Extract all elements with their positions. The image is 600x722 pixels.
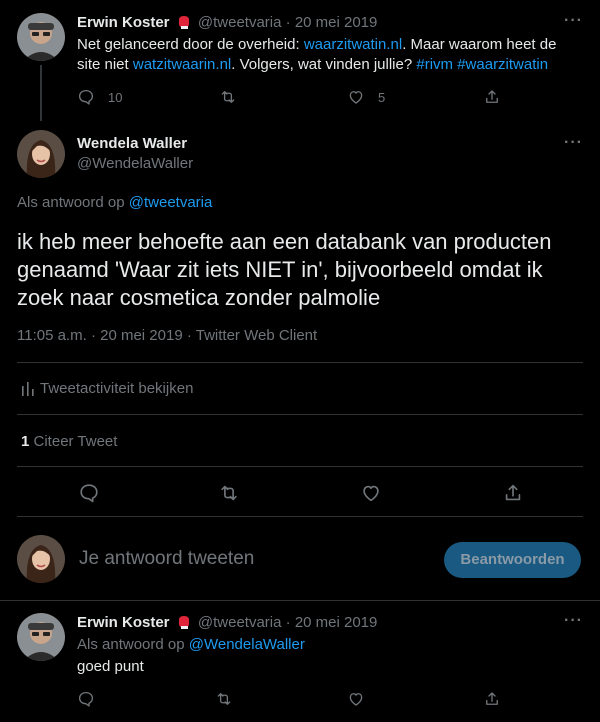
hashtag-waarzitwatin[interactable]: #waarzitwatin xyxy=(457,56,548,73)
hashtag-rivm[interactable]: #rivm xyxy=(416,56,453,73)
retweet-icon xyxy=(217,693,231,705)
retweet-button[interactable] xyxy=(219,88,237,106)
like-count: 5 xyxy=(378,89,386,105)
retweet-icon xyxy=(221,485,237,501)
composer-avatar xyxy=(17,535,65,583)
quote-tweets-link[interactable]: 1 Citeer Tweet xyxy=(21,432,117,452)
share-icon xyxy=(505,484,521,501)
like-button[interactable]: 5 xyxy=(347,88,385,106)
boxing-glove-icon xyxy=(176,614,192,636)
share-button[interactable] xyxy=(483,88,501,106)
analytics-icon xyxy=(22,382,34,396)
heart-icon xyxy=(349,693,363,706)
reply-context: Als antwoord op @WendelaWaller xyxy=(77,635,305,655)
avatar-erwin[interactable] xyxy=(17,13,65,61)
reply-to-label: Als antwoord op xyxy=(17,194,125,211)
share-button[interactable] xyxy=(483,690,501,708)
reply-to-handle[interactable]: @tweetvaria xyxy=(129,194,213,211)
share-button[interactable] xyxy=(502,482,524,504)
author-handle[interactable]: @WendelaWaller xyxy=(77,154,193,174)
tweet-text: goed punt xyxy=(77,658,144,675)
tweet-time[interactable]: 11:05 a.m. xyxy=(17,327,87,344)
reply-button[interactable]: 10 xyxy=(77,88,122,106)
quote-count: 1 xyxy=(21,433,30,450)
tweet-date[interactable]: 20 mei 2019 xyxy=(295,614,378,631)
retweet-icon xyxy=(221,91,235,103)
reply-icon xyxy=(78,89,94,105)
share-icon xyxy=(486,90,498,103)
tweet-text: Net gelanceerd door de overheid: waarzit… xyxy=(77,35,577,75)
avatar-wendela[interactable] xyxy=(17,130,65,178)
reply-button[interactable]: Beantwoorden xyxy=(444,542,581,578)
tweet-client[interactable]: Twitter Web Client xyxy=(196,327,317,344)
reply-button[interactable] xyxy=(77,690,95,708)
separator-dot: · xyxy=(186,327,192,344)
avatar-erwin[interactable] xyxy=(17,613,65,661)
separator-dot: · xyxy=(90,327,96,344)
avatar-wendela-image xyxy=(17,130,65,178)
share-icon xyxy=(486,692,498,705)
author-handle[interactable]: @tweetvaria xyxy=(198,14,282,31)
tweet-date[interactable]: 20 mei 2019 xyxy=(100,327,183,344)
more-icon[interactable]: ··· xyxy=(564,612,583,630)
boxing-glove-icon xyxy=(176,14,192,36)
reply-icon xyxy=(80,484,98,503)
reply-count: 10 xyxy=(108,89,123,105)
divider xyxy=(17,516,583,517)
reply-icon xyxy=(78,691,94,707)
avatar-erwin-image xyxy=(17,13,65,61)
link-waarzitwatin[interactable]: waarzitwatin.nl xyxy=(304,36,402,53)
retweet-button[interactable] xyxy=(215,690,233,708)
tweet-text: ik heb meer behoefte aan een databank va… xyxy=(17,229,552,310)
link-watzitwaarin[interactable]: watzitwaarin.nl xyxy=(133,56,231,73)
tweet-text-part: . Volgers, wat vinden jullie? xyxy=(231,56,417,73)
thread-line xyxy=(40,65,42,121)
separator-dot: · xyxy=(285,14,291,31)
divider xyxy=(0,600,600,601)
author-name[interactable]: Wendela Waller xyxy=(77,134,193,154)
divider xyxy=(17,362,583,363)
more-icon[interactable]: ··· xyxy=(564,12,583,30)
reply-input[interactable]: Je antwoord tweeten xyxy=(79,548,254,570)
quote-label: Citeer Tweet xyxy=(33,433,118,450)
tweet-date[interactable]: 20 mei 2019 xyxy=(295,14,378,31)
author-handle[interactable]: @tweetvaria xyxy=(198,614,282,631)
separator-dot: · xyxy=(285,614,291,631)
reply-to-handle[interactable]: @WendelaWaller xyxy=(189,636,305,653)
divider xyxy=(17,414,583,415)
retweet-button[interactable] xyxy=(218,482,240,504)
author-name[interactable]: Erwin Koster xyxy=(77,14,170,31)
avatar-wendela-image xyxy=(17,535,65,583)
heart-icon xyxy=(349,91,363,104)
reply-context: Als antwoord op @tweetvaria xyxy=(17,193,212,213)
more-icon[interactable]: ··· xyxy=(564,134,583,152)
like-button[interactable] xyxy=(360,482,382,504)
tweet-text-part: Net gelanceerd door de overheid: xyxy=(77,36,304,53)
avatar-erwin-image xyxy=(17,613,65,661)
like-button[interactable] xyxy=(347,690,365,708)
author-name[interactable]: Erwin Koster xyxy=(77,614,170,631)
divider xyxy=(17,466,583,467)
tweet-meta: 11:05 a.m. · 20 mei 2019 · Twitter Web C… xyxy=(17,326,317,346)
reply-to-label: Als antwoord op xyxy=(77,636,185,653)
reply-button[interactable] xyxy=(78,482,100,504)
tweet-activity-label: Tweetactiviteit bekijken xyxy=(40,380,194,397)
tweet-activity-link[interactable]: Tweetactiviteit bekijken xyxy=(20,379,193,399)
heart-icon xyxy=(363,485,379,502)
